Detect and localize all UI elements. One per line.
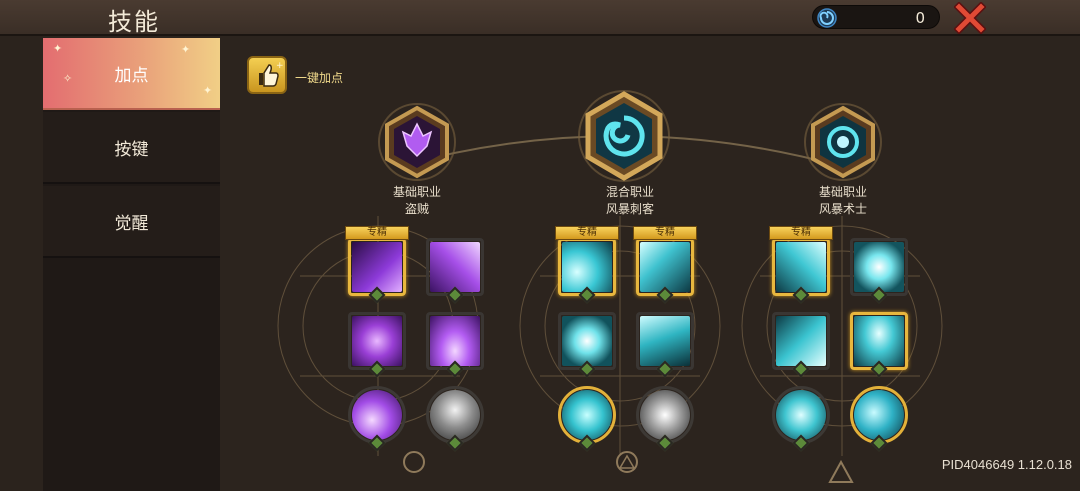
class-tier: 基础职业 [818,185,867,199]
currency-counter: 0 [812,5,940,29]
tab-label: 加点 [114,65,149,86]
tree-triangle-node [828,459,854,483]
close-x-icon[interactable] [954,2,986,34]
skill-tree-panel: + 一键加点 基础职业 盗贼 混合职业 风暴刺客 基础职业 风暴术士 专精 专精… [220,36,1080,491]
passive-storm-sorcerer-2[interactable] [850,386,908,452]
class-icon-rogue[interactable] [378,100,456,184]
tab-label: 觉醒 [114,213,149,234]
sparkle-icon: ✦ [181,43,191,56]
class-label-storm-sorcerer: 基础职业 风暴术士 [783,184,903,218]
class-name: 盗贼 [404,202,429,216]
class-tier: 基础职业 [392,185,441,199]
tab-label: 按键 [114,139,149,160]
skill-storm-sorcerer-3[interactable] [772,312,830,378]
skill-storm-assassin-3[interactable] [558,312,616,378]
storm-orb-icon [804,103,882,181]
skill-rogue-4[interactable] [426,312,484,378]
class-icon-storm-sorcerer[interactable] [804,100,882,184]
class-label-storm-assassin: 混合职业 风暴刺客 [570,184,690,218]
passive-storm-assassin-2[interactable] [636,386,694,452]
specialty-badge: 专精 [555,226,619,240]
passive-storm-sorcerer-1[interactable] [772,386,830,452]
skill-storm-sorcerer-2[interactable] [850,238,908,304]
tab-keybinds[interactable]: 按键 [43,112,220,184]
swirl-gem-icon [817,8,837,28]
skill-rogue-1[interactable]: 专精 [345,226,409,304]
specialty-badge: 专精 [345,226,409,240]
passive-storm-assassin-1[interactable] [558,386,616,452]
class-label-rogue: 基础职业 盗贼 [357,184,477,218]
sparkle-icon: ✧ [63,72,73,85]
skill-storm-sorcerer-1[interactable]: 专精 [769,226,833,304]
sidebar: ✦ ✦ ✧ ✦ 加点 按键 觉醒 [0,36,220,491]
specialty-badge: 专精 [633,226,697,240]
top-bar: 技能 0 [0,0,1080,36]
class-tier: 混合职业 [605,185,654,199]
specialty-badge: 专精 [769,226,833,240]
build-version-label: PID4046649 1.12.0.18 [941,457,1072,472]
passive-rogue-1[interactable] [348,386,406,452]
skill-storm-assassin-2[interactable]: 专精 [633,226,697,304]
tree-circle-node [403,451,425,473]
tab-list: ✦ ✦ ✧ ✦ 加点 按键 觉醒 [43,38,220,491]
class-icon-storm-assassin[interactable] [576,88,672,184]
class-name: 风暴术士 [818,202,867,216]
currency-value: 0 [915,9,925,27]
tab-add-points[interactable]: ✦ ✦ ✧ ✦ 加点 [43,38,220,110]
skill-storm-assassin-4[interactable] [636,312,694,378]
page-title: 技能 [108,8,160,36]
tree-triangle-node [618,454,636,469]
skill-rogue-2[interactable] [426,238,484,304]
tab-awaken[interactable]: 觉醒 [43,186,220,258]
skill-rogue-3[interactable] [348,312,406,378]
passive-rogue-2[interactable] [426,386,484,452]
skill-storm-sorcerer-4[interactable] [850,312,908,378]
sparkle-icon: ✦ [53,42,63,55]
storm-vortex-icon [578,90,670,182]
skill-storm-assassin-1[interactable]: 专精 [555,226,619,304]
purple-flame-crest-icon [378,103,456,181]
class-name: 风暴刺客 [605,202,654,216]
sparkle-icon: ✦ [203,84,213,97]
